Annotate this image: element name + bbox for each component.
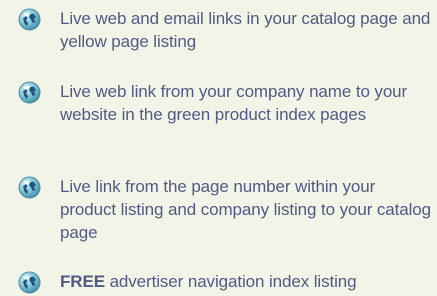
globe-bullet-icon <box>18 81 41 104</box>
item-text: Live link from the page number within yo… <box>60 177 432 242</box>
globe-bullet-icon <box>18 176 41 199</box>
feature-list: Live web and email links in your catalog… <box>0 0 437 296</box>
item-text: Live web and email links in your catalog… <box>60 9 431 51</box>
list-item: Live web and email links in your catalog… <box>18 7 431 57</box>
globe-bullet-icon <box>18 271 41 294</box>
item-text: FREE advertiser navigation index listing <box>60 270 431 293</box>
free-label: FREE <box>60 272 105 291</box>
list-item: Live web link from your company name to … <box>18 80 431 152</box>
list-item: FREE advertiser navigation index listing <box>18 270 431 294</box>
globe-bullet-icon <box>18 8 41 31</box>
item-text: Live web link from your company name to … <box>60 82 408 124</box>
list-item: Live link from the page number within yo… <box>18 175 431 247</box>
item-text-rest: advertiser navigation index listing <box>109 272 357 291</box>
